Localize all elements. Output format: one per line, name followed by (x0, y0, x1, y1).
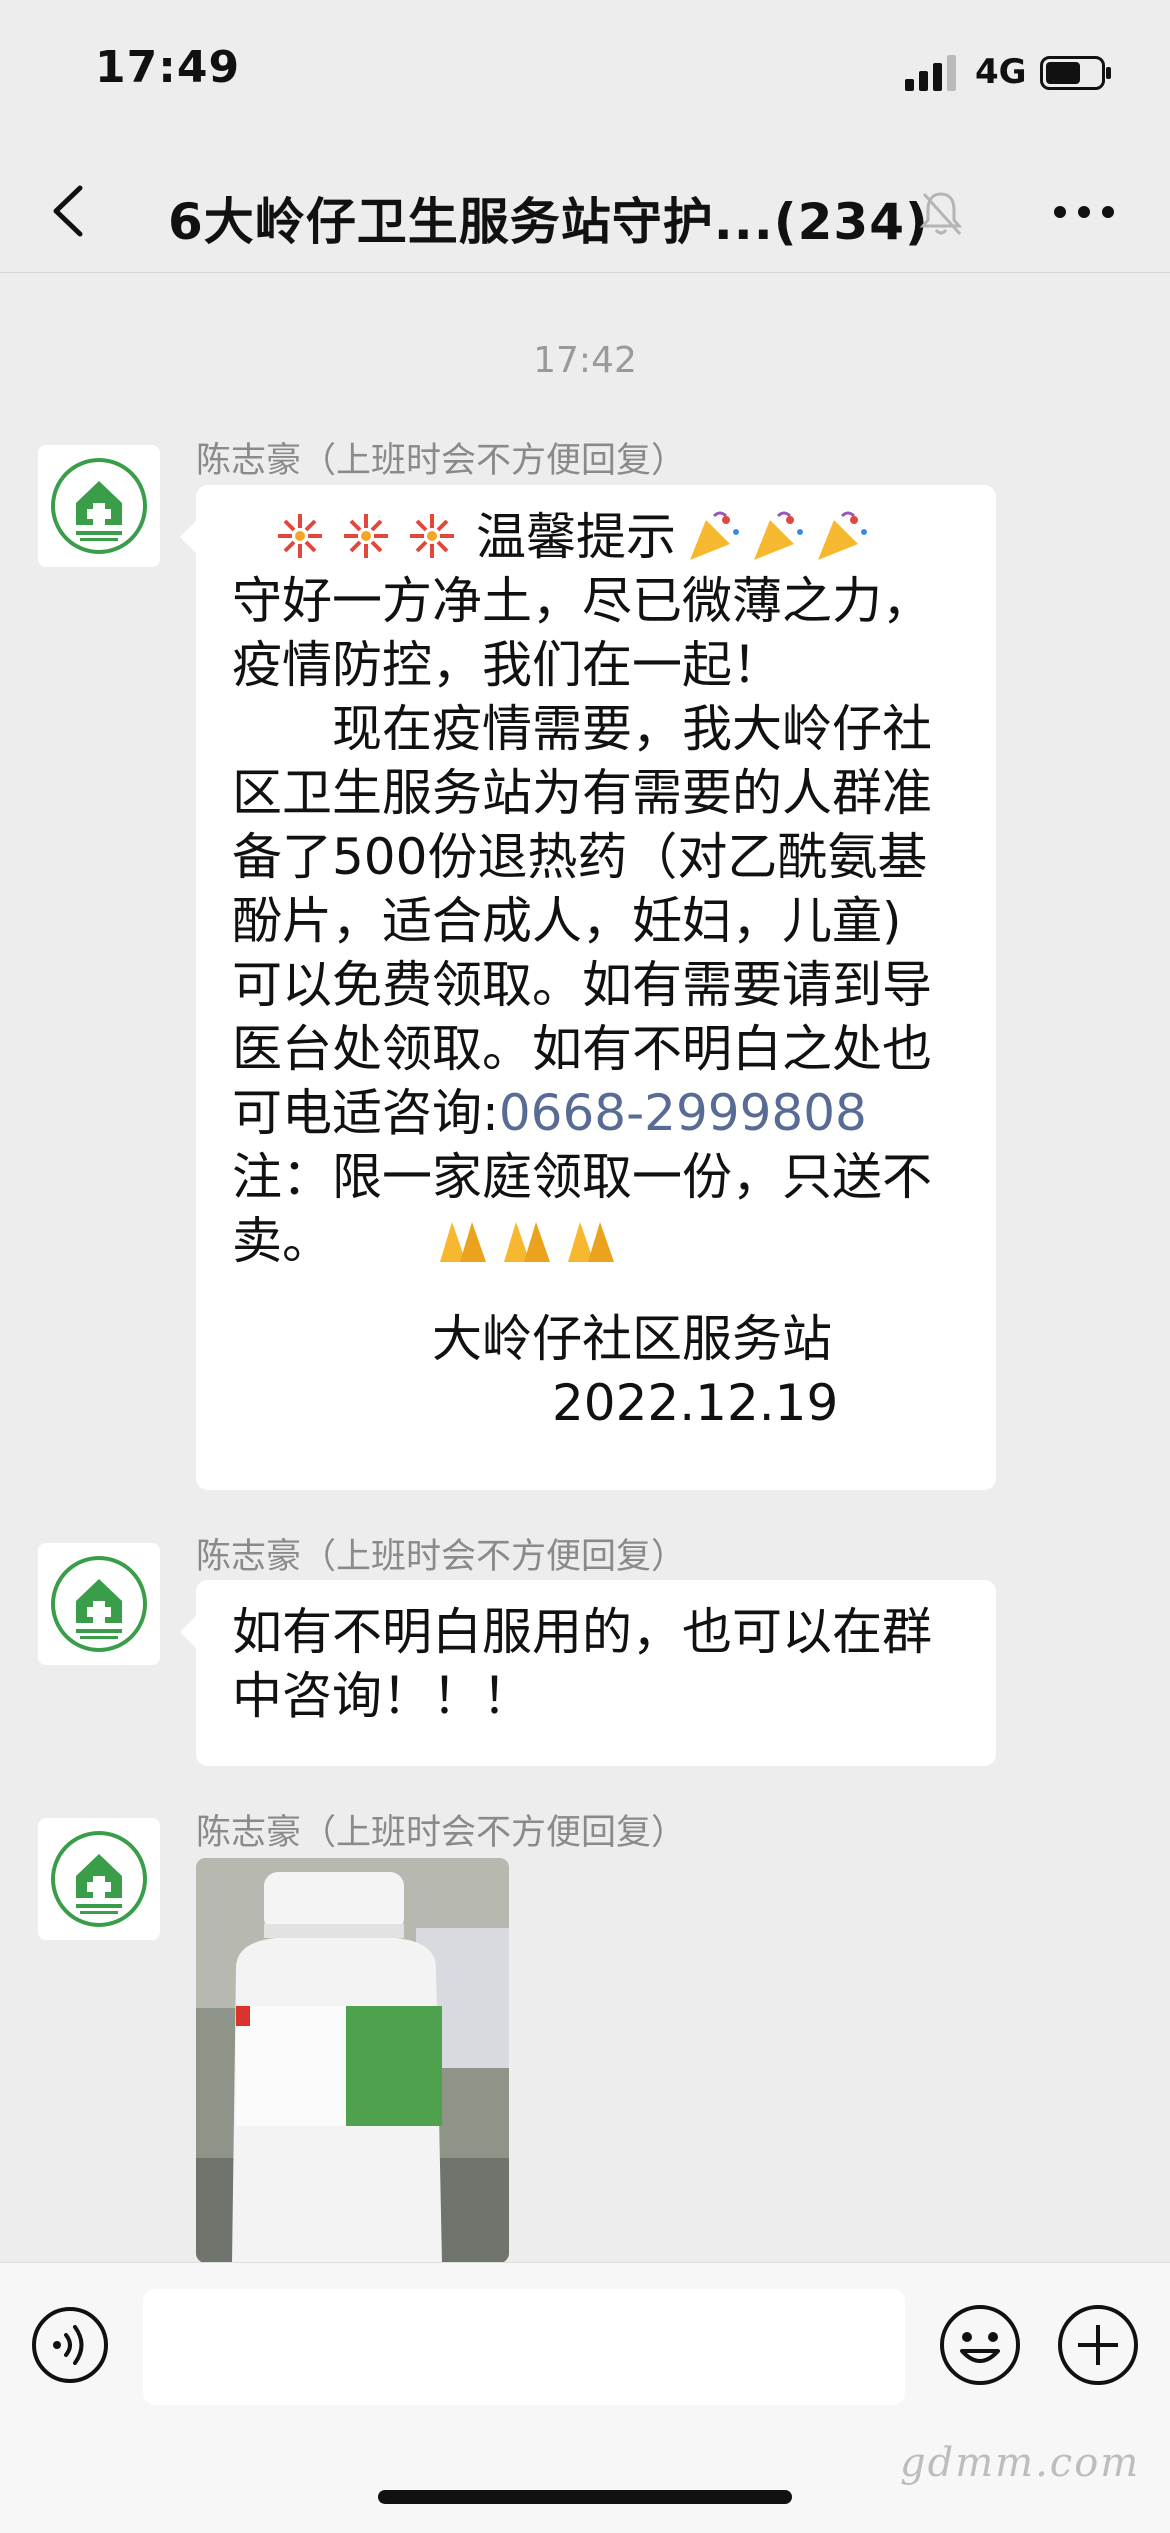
phone-link[interactable]: 0668-2999808 (499, 1084, 867, 1142)
message-line-end: 卖。 (232, 1212, 332, 1270)
message-line: 可以免费领取。如有需要请到导 (232, 956, 932, 1014)
message-line: 中咨询！！！ (232, 1667, 532, 1725)
medicine-photo[interactable] (196, 1858, 509, 2263)
chat-header: 6大岭仔卫生服务站守护...(234) (0, 150, 1170, 273)
message-input[interactable] (143, 2289, 905, 2405)
message-line: 注：限一家庭领取一份，只送不 (232, 1148, 932, 1206)
message-line: 守好一方净土，尽已微薄之力， (232, 572, 932, 630)
sender-name: 陈志豪（上班时会不方便回复） (196, 441, 687, 481)
message-timestamp: 17:42 (533, 340, 637, 381)
network-type: 4G (975, 52, 1027, 92)
consult-label: 可电适咨询: (232, 1084, 499, 1142)
signal-icon (905, 55, 956, 91)
message-line: 区卫生服务站为有需要的人群准 (232, 764, 932, 822)
notice-heading: 温馨提示 (232, 505, 960, 569)
status-time: 17:49 (95, 42, 241, 93)
voice-icon[interactable] (30, 2305, 110, 2385)
message-line: 现在疫情需要，我大岭仔社 (332, 700, 932, 758)
muted-bell-icon (919, 192, 963, 236)
message-bubble[interactable]: 如有不明白服用的，也可以在群 中咨询！！！ (180, 1580, 996, 1766)
message-line: 备了500份退热药（对乙酰氨基 (232, 828, 928, 886)
plus-icon[interactable] (1056, 2303, 1140, 2387)
sender-name: 陈志豪（上班时会不方便回复） (196, 1537, 687, 1577)
watermark: gdmm.com (900, 2440, 1141, 2486)
sender-name: 陈志豪（上班时会不方便回复） (196, 1813, 687, 1853)
home-indicator[interactable] (378, 2490, 792, 2504)
sender-avatar[interactable] (38, 445, 160, 567)
sender-avatar[interactable] (38, 1818, 160, 1940)
message-line: 卖。 (232, 1209, 960, 1273)
message-bubble[interactable]: 温馨提示 守好一方净土，尽已微薄之力， 疫情防控，我们在一起！ 现在疫情需要，我… (180, 485, 996, 1490)
medicine-bottle-image (196, 1858, 509, 2263)
emoji-icon[interactable] (938, 2303, 1022, 2387)
message-line: 医台处领取。如有不明白之处也 (232, 1020, 932, 1078)
message-line: 疫情防控，我们在一起！ (232, 636, 782, 694)
status-bar: 17:49 4G (0, 0, 1170, 150)
message-line: 可电适咨询:0668-2999808 (232, 1081, 960, 1145)
sender-avatar[interactable] (38, 1543, 160, 1665)
back-arrow-icon[interactable] (42, 178, 92, 244)
battery-icon (1040, 56, 1111, 90)
praying-hands-emoji-icon (440, 1222, 614, 1262)
party-popper-emoji-icon (690, 511, 867, 560)
notice-title: 温馨提示 (476, 508, 676, 566)
message-line: 酚片，适合成人，妊妇，儿童) (232, 892, 902, 950)
signature-date: 2022.12.19 (552, 1374, 839, 1432)
signature-org: 大岭仔社区服务站 (432, 1310, 832, 1368)
chat-title: 6大岭仔卫生服务站守护...(234) (168, 193, 929, 251)
more-options-icon[interactable] (1052, 198, 1116, 226)
message-line: 如有不明白服用的，也可以在群 (232, 1603, 932, 1661)
fireworks-emoji-icon (278, 514, 454, 558)
